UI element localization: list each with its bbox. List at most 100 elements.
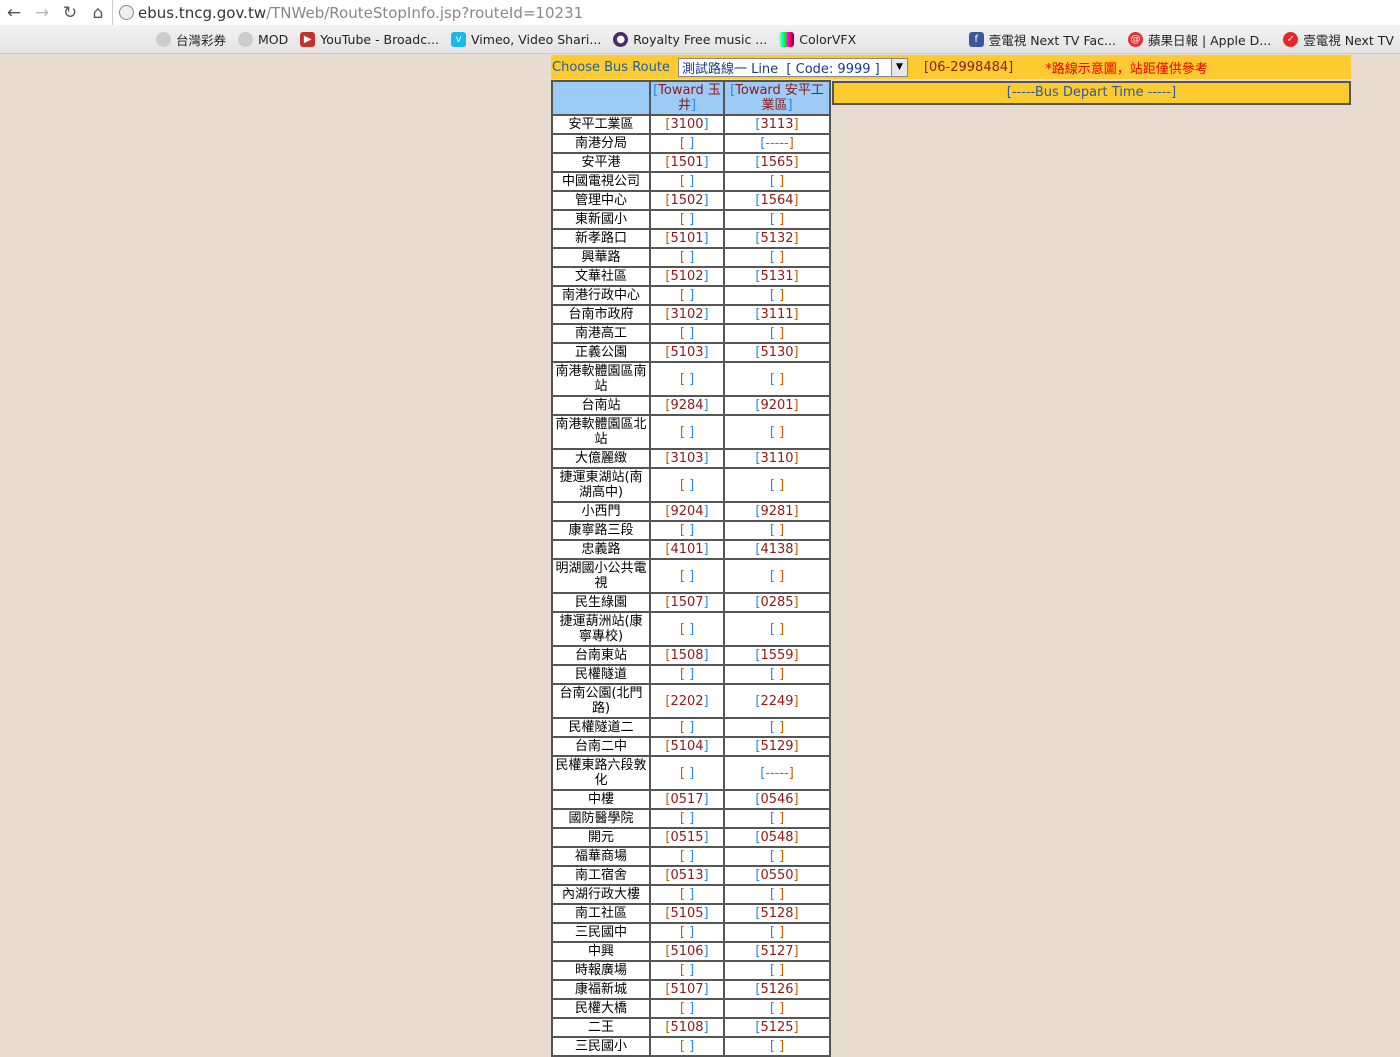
stop-code-toward-anping[interactable]: [ ] bbox=[723, 209, 831, 230]
bookmark-royalty-free-music[interactable]: ● Royalty Free music ... bbox=[613, 31, 767, 47]
stop-name[interactable]: 南港軟體園區北站 bbox=[551, 414, 651, 450]
stop-code-toward-yujing[interactable]: [0517] bbox=[649, 789, 725, 810]
stop-name[interactable]: 康寧路三段 bbox=[551, 520, 651, 541]
stop-name[interactable]: 台南公園(北門路) bbox=[551, 683, 651, 719]
stop-code-toward-yujing[interactable]: [ ] bbox=[649, 361, 725, 397]
stop-name[interactable]: 南工宿舍 bbox=[551, 865, 651, 886]
stop-code-toward-anping[interactable]: [ ] bbox=[723, 520, 831, 541]
stop-code-toward-anping[interactable]: [9201] bbox=[723, 395, 831, 416]
stop-code-toward-anping[interactable]: [ ] bbox=[723, 664, 831, 685]
stop-code-toward-anping[interactable]: [0546] bbox=[723, 789, 831, 810]
bookmark-youtube[interactable]: ▶ YouTube - Broadc... bbox=[300, 31, 439, 47]
stop-code-toward-anping[interactable]: [5125] bbox=[723, 1017, 831, 1038]
stop-code-toward-yujing[interactable]: [5102] bbox=[649, 266, 725, 287]
stop-name[interactable]: 新孝路口 bbox=[551, 228, 651, 249]
stop-name[interactable]: 二王 bbox=[551, 1017, 651, 1038]
stop-code-toward-yujing[interactable]: [ ] bbox=[649, 960, 725, 981]
stop-code-toward-anping[interactable]: [1564] bbox=[723, 190, 831, 211]
stop-name[interactable]: 捷運葫洲站(康寧專校) bbox=[551, 611, 651, 647]
stop-code-toward-yujing[interactable]: [ ] bbox=[649, 611, 725, 647]
stop-name[interactable]: 時報廣場 bbox=[551, 960, 651, 981]
stop-name[interactable]: 民權隧道二 bbox=[551, 717, 651, 738]
bookmark-vimeo[interactable]: v Vimeo, Video Shari... bbox=[451, 31, 601, 47]
stop-code-toward-yujing[interactable]: [9204] bbox=[649, 501, 725, 522]
stop-name[interactable]: 福華商場 bbox=[551, 846, 651, 867]
stop-name[interactable]: 忠義路 bbox=[551, 539, 651, 560]
stop-code-toward-anping[interactable]: [ ] bbox=[723, 611, 831, 647]
bookmark-apple-daily[interactable]: @ 蘋果日報 | Apple D... bbox=[1127, 30, 1271, 49]
stop-name[interactable]: 三民國中 bbox=[551, 922, 651, 943]
stop-code-toward-yujing[interactable]: [1502] bbox=[649, 190, 725, 211]
stop-code-toward-yujing[interactable]: [2202] bbox=[649, 683, 725, 719]
stop-code-toward-anping[interactable]: [5127] bbox=[723, 941, 831, 962]
stop-code-toward-yujing[interactable]: [5101] bbox=[649, 228, 725, 249]
chevron-down-icon[interactable]: ▼ bbox=[890, 58, 907, 76]
stop-code-toward-anping[interactable]: [ ] bbox=[723, 884, 831, 905]
stop-code-toward-yujing[interactable]: [ ] bbox=[649, 808, 725, 829]
stop-code-toward-anping[interactable]: [ ] bbox=[723, 171, 831, 192]
stop-code-toward-yujing[interactable]: [5106] bbox=[649, 941, 725, 962]
bookmark-colorvfx[interactable]: ColorVFX bbox=[779, 31, 856, 47]
stop-code-toward-yujing[interactable]: [ ] bbox=[649, 846, 725, 867]
stop-name[interactable]: 管理中心 bbox=[551, 190, 651, 211]
stop-code-toward-yujing[interactable]: [0515] bbox=[649, 827, 725, 848]
home-icon[interactable]: ⌂ bbox=[84, 3, 112, 23]
stop-code-toward-yujing[interactable]: [5108] bbox=[649, 1017, 725, 1038]
stop-code-toward-yujing[interactable]: [3100] bbox=[649, 114, 725, 135]
stop-name[interactable]: 文華社區 bbox=[551, 266, 651, 287]
stop-name[interactable]: 康福新城 bbox=[551, 979, 651, 1000]
stop-name[interactable]: 安平工業區 bbox=[551, 114, 651, 135]
stop-code-toward-anping[interactable]: [5128] bbox=[723, 903, 831, 924]
stop-name[interactable]: 民權東路六段敦化 bbox=[551, 755, 651, 791]
stop-code-toward-anping[interactable]: [ ] bbox=[723, 846, 831, 867]
bookmark-nexttv-facebook[interactable]: f 壹電視 Next TV Fac... bbox=[968, 30, 1116, 49]
stop-code-toward-anping[interactable]: [5129] bbox=[723, 736, 831, 757]
stop-code-toward-anping[interactable]: [2249] bbox=[723, 683, 831, 719]
stop-code-toward-yujing[interactable]: [9284] bbox=[649, 395, 725, 416]
stop-code-toward-yujing[interactable]: [3102] bbox=[649, 304, 725, 325]
stop-name[interactable]: 內湖行政大樓 bbox=[551, 884, 651, 905]
stop-name[interactable]: 南港行政中心 bbox=[551, 285, 651, 306]
stop-code-toward-yujing[interactable]: [ ] bbox=[649, 414, 725, 450]
stop-name[interactable]: 興華路 bbox=[551, 247, 651, 268]
stop-name[interactable]: 南港高工 bbox=[551, 323, 651, 344]
stop-name[interactable]: 正義公園 bbox=[551, 342, 651, 363]
stop-code-toward-anping[interactable]: [ ] bbox=[723, 323, 831, 344]
stop-code-toward-anping[interactable]: [ ] bbox=[723, 717, 831, 738]
stop-code-toward-anping[interactable]: [4138] bbox=[723, 539, 831, 560]
bookmark-mod[interactable]: MOD bbox=[238, 31, 288, 47]
back-icon[interactable]: ← bbox=[0, 3, 28, 23]
stop-code-toward-anping[interactable]: [9281] bbox=[723, 501, 831, 522]
stop-name[interactable]: 東新國小 bbox=[551, 209, 651, 230]
stop-code-toward-anping[interactable]: [-----] bbox=[723, 133, 831, 154]
stop-code-toward-anping[interactable]: [ ] bbox=[723, 285, 831, 306]
stop-name[interactable]: 民生綠園 bbox=[551, 592, 651, 613]
stop-name[interactable]: 捷運東湖站(南湖高中) bbox=[551, 467, 651, 503]
stop-name[interactable]: 中樓 bbox=[551, 789, 651, 810]
stop-code-toward-yujing[interactable]: [ ] bbox=[649, 247, 725, 268]
stop-code-toward-anping[interactable]: [ ] bbox=[723, 922, 831, 943]
bookmark-nexttv[interactable]: ✓ 壹電視 Next TV bbox=[1283, 30, 1394, 49]
route-select[interactable]: 測試路線一 Line [ Code: 9999 ] ▼ bbox=[677, 57, 908, 77]
stop-code-toward-anping[interactable]: [1565] bbox=[723, 152, 831, 173]
reload-icon[interactable]: ↻ bbox=[56, 3, 84, 23]
stop-code-toward-anping[interactable]: [5132] bbox=[723, 228, 831, 249]
stop-name[interactable]: 國防醫學院 bbox=[551, 808, 651, 829]
stop-code-toward-yujing[interactable]: [ ] bbox=[649, 717, 725, 738]
stop-code-toward-anping[interactable]: [3110] bbox=[723, 448, 831, 469]
stop-code-toward-yujing[interactable]: [5105] bbox=[649, 903, 725, 924]
stop-code-toward-yujing[interactable]: [ ] bbox=[649, 285, 725, 306]
stop-code-toward-yujing[interactable]: [5107] bbox=[649, 979, 725, 1000]
stop-name[interactable]: 台南二中 bbox=[551, 736, 651, 757]
stop-code-toward-yujing[interactable]: [1501] bbox=[649, 152, 725, 173]
stop-code-toward-anping[interactable]: [3113] bbox=[723, 114, 831, 135]
stop-code-toward-anping[interactable]: [ ] bbox=[723, 414, 831, 450]
forward-icon[interactable]: → bbox=[28, 3, 56, 23]
stop-name[interactable]: 台南市政府 bbox=[551, 304, 651, 325]
stop-code-toward-anping[interactable]: [ ] bbox=[723, 960, 831, 981]
stop-code-toward-anping[interactable]: [ ] bbox=[723, 361, 831, 397]
stop-code-toward-yujing[interactable]: [5104] bbox=[649, 736, 725, 757]
stop-code-toward-yujing[interactable]: [ ] bbox=[649, 209, 725, 230]
stop-code-toward-anping[interactable]: [0285] bbox=[723, 592, 831, 613]
stop-name[interactable]: 南港分局 bbox=[551, 133, 651, 154]
